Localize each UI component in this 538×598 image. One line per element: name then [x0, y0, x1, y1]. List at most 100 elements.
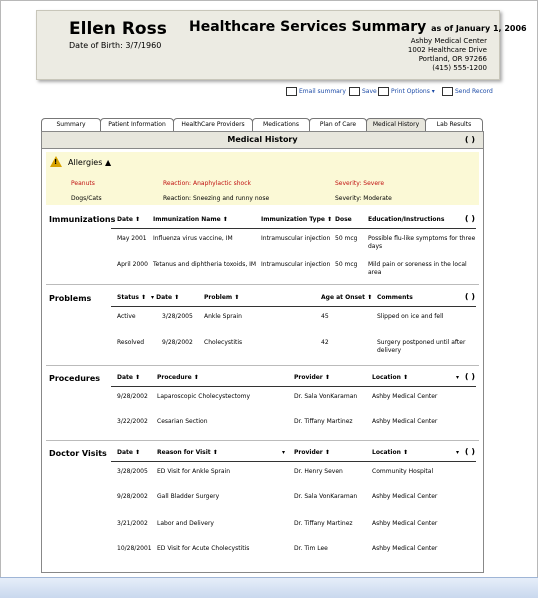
table-cell: Dr. Tiffany Martinez	[294, 418, 353, 425]
section-divider	[46, 365, 479, 366]
tab-plan-of-care[interactable]: Plan of Care	[309, 118, 367, 131]
table-cell: 50 mcg	[335, 261, 358, 268]
patient-name: Ellen Ross	[69, 19, 167, 39]
table-cell: Dr. Sala VonKaraman	[294, 393, 358, 400]
address-line: Ashby Medical Center	[410, 37, 487, 45]
table-cell: Dr. Tiffany Martinez	[294, 520, 353, 527]
table-cell: Tetanus and diphtheria toxoids, IM	[153, 261, 257, 268]
table-cell: 50 mcg	[335, 235, 358, 242]
column-header[interactable]: Date ⬆	[117, 374, 140, 381]
column-header[interactable]: Comments	[377, 294, 413, 301]
immunizations-label: Immunizations	[49, 215, 116, 224]
email-summary-button[interactable]: Email summary	[286, 87, 346, 99]
table-cell: Dr. Henry Seven	[294, 468, 343, 475]
tab-bar: Summary Patient Information HealthCare P…	[41, 118, 483, 131]
save-label: Save	[362, 88, 377, 95]
problems-label: Problems	[49, 294, 92, 303]
table-cell: Ashby Medical Center	[372, 393, 438, 400]
column-header[interactable]: Immunization Name ⬆	[153, 216, 228, 223]
chevron-down-icon: ▾	[429, 88, 435, 95]
warning-icon-mark: !	[54, 158, 58, 166]
sort-dropdown-icon[interactable]: ▾	[456, 449, 459, 456]
tab-medical-history[interactable]: Medical History	[366, 118, 426, 131]
procedures-label: Procedures	[49, 374, 101, 383]
table-cell: 3/28/2005	[117, 468, 148, 475]
column-header[interactable]: Age at Onset ⬆	[321, 294, 372, 301]
table-cell: Dr. Tim Lee	[294, 545, 328, 552]
print-icon	[378, 87, 389, 96]
table-cell: ED Visit for Acute Cholecystitis	[157, 545, 250, 552]
column-header[interactable]: Dose	[335, 216, 352, 223]
chevron-up-icon: ▲	[104, 158, 112, 167]
date-of-birth: Date of Birth: 3/7/1960	[69, 41, 162, 50]
tab-summary[interactable]: Summary	[41, 118, 101, 131]
table-cell: Ashby Medical Center	[372, 418, 438, 425]
table-cell: 3/28/2005	[162, 313, 193, 320]
allergy-severity: Severity: Moderate	[335, 195, 392, 202]
print-options-button[interactable]: Print Options ▾	[378, 87, 435, 99]
column-header[interactable]: Provider ⬆	[294, 374, 330, 381]
column-header[interactable]: Date ⬆	[117, 449, 140, 456]
tab-patient-information[interactable]: Patient Information	[100, 118, 174, 131]
status-bar	[0, 577, 538, 598]
table-cell: Ashby Medical Center	[372, 545, 438, 552]
doctor-visits-label: Doctor Visits	[49, 449, 107, 458]
table-cell: Gall Bladder Surgery	[157, 493, 220, 500]
address-line: (415) 555-1200	[432, 64, 487, 72]
column-header[interactable]: ▾ Date ⬆	[151, 294, 179, 301]
tab-lab-results[interactable]: Lab Results	[425, 118, 483, 131]
expand-collapse-icon[interactable]: ( )	[465, 372, 475, 381]
column-header[interactable]: Date ⬆	[117, 216, 140, 223]
table-cell: Slipped on ice and fell	[377, 313, 444, 320]
table-cell: 3/21/2002	[117, 520, 148, 527]
table-cell: Cesarian Section	[157, 418, 208, 425]
allergy-severity: Severity: Severe	[335, 180, 385, 187]
allergies-toggle[interactable]: Allergies ▲	[68, 158, 111, 167]
send-record-label: Send Record	[455, 88, 493, 95]
allergy-reaction: Reaction: Sneezing and runny nose	[163, 195, 270, 202]
allergy-reaction: Reaction: Anaphylactic shock	[163, 180, 251, 187]
as-of-date: as of January 1, 2006	[431, 24, 527, 33]
table-cell: Laparoscopic Cholecystectomy	[157, 393, 251, 400]
column-header[interactable]: Immunization Type ⬆	[261, 216, 332, 223]
expand-collapse-icon[interactable]: ( )	[465, 132, 475, 148]
table-cell: Community Hospital	[372, 468, 434, 475]
send-record-button[interactable]: Send Record	[442, 87, 493, 99]
table-cell: 3/22/2002	[117, 418, 148, 425]
table-cell: 9/28/2002	[117, 493, 148, 500]
table-cell: May 2001	[117, 235, 147, 242]
table-cell: Intramuscular injection	[261, 261, 331, 268]
table-cell: 10/28/2001	[117, 545, 152, 552]
table-cell: Possible flu-like symptoms for three day…	[368, 235, 476, 250]
expand-collapse-icon[interactable]: ( )	[465, 292, 475, 301]
table-cell: 45	[321, 313, 329, 320]
column-header[interactable]: Education/Instructions	[368, 216, 444, 223]
patient-header: Ellen Ross Date of Birth: 3/7/1960 Healt…	[36, 10, 527, 80]
sort-dropdown-icon[interactable]: ▾	[456, 374, 459, 381]
column-header[interactable]: Status ⬆	[117, 294, 146, 301]
column-header[interactable]: Location ⬆	[372, 449, 408, 456]
column-header[interactable]: Problem ⬆	[204, 294, 239, 301]
table-cell: 9/28/2002	[117, 393, 148, 400]
tab-healthcare-providers[interactable]: HealthCare Providers	[173, 118, 253, 131]
report-title-text: Healthcare Services Summary	[189, 19, 427, 35]
table-cell: Resolved	[117, 339, 145, 346]
sort-dropdown-icon[interactable]: ▾	[282, 449, 285, 456]
table-cell: Labor and Delivery	[157, 520, 214, 527]
expand-collapse-icon[interactable]: ( )	[465, 447, 475, 456]
save-button[interactable]: Save	[349, 87, 377, 99]
table-cell: April 2000	[117, 261, 148, 268]
table-cell: Influenza virus vaccine, IM	[153, 235, 233, 242]
section-divider	[46, 440, 479, 441]
save-icon	[349, 87, 360, 96]
table-cell: Intramuscular injection	[261, 235, 331, 242]
column-header[interactable]: Location ⬆	[372, 374, 408, 381]
column-header[interactable]: Provider ⬆	[294, 449, 330, 456]
column-header[interactable]: Reason for Visit ⬆	[157, 449, 218, 456]
header-divider	[111, 306, 476, 307]
table-cell: 42	[321, 339, 329, 346]
tab-medications[interactable]: Medications	[252, 118, 310, 131]
expand-collapse-icon[interactable]: ( )	[465, 214, 475, 223]
table-cell: Active	[117, 313, 136, 320]
column-header[interactable]: Procedure ⬆	[157, 374, 199, 381]
